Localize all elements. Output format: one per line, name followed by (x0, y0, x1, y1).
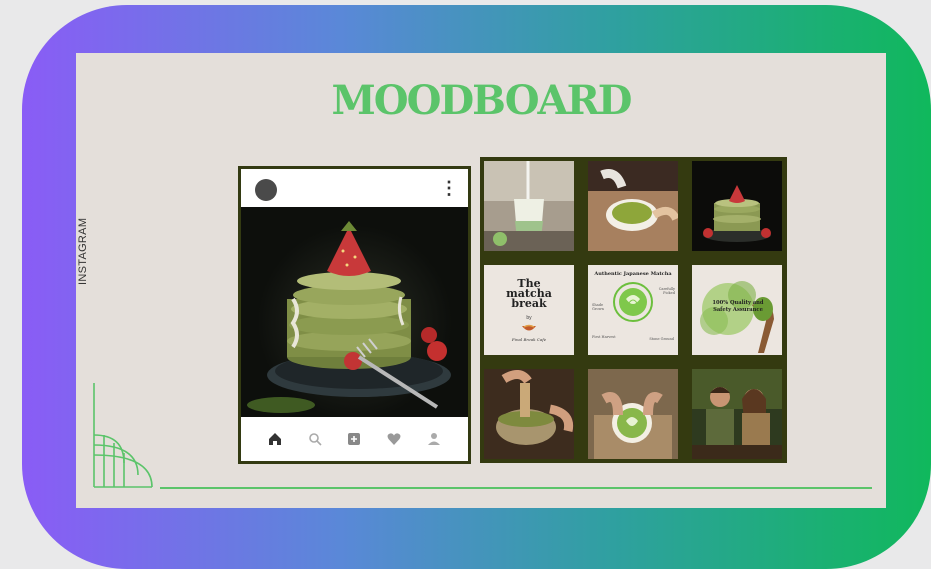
search-icon[interactable] (306, 430, 324, 448)
profile-icon[interactable] (425, 430, 443, 448)
grid-photo-matcha-cup[interactable] (588, 161, 678, 251)
matcha-break-by: by (526, 315, 532, 321)
first-harvest-note: First Harvest (592, 335, 616, 339)
grid-card-matcha-break[interactable]: The matcha break by Final Break Cafe (484, 265, 574, 355)
cup-logo-icon (522, 324, 536, 331)
heart-icon[interactable] (385, 430, 403, 448)
matcha-break-signature: Final Break Cafe (511, 337, 547, 342)
grid-card-authentic-matcha[interactable]: Authentic Japanese Matcha Shade Grown Ca… (588, 265, 678, 355)
bottom-nav (241, 417, 468, 461)
more-options-icon[interactable]: ⋮ (440, 179, 458, 197)
matcha-break-line3: break (511, 297, 547, 310)
quality-text: 100% Quality and Safety Assurance (712, 300, 764, 313)
moodboard-slide: MOODBOARD INSTAGRAM ⋮ The matcha break b… (76, 53, 886, 508)
avatar[interactable] (255, 179, 277, 201)
grid-card-quality[interactable]: 100% Quality and Safety Assurance (692, 265, 782, 355)
carefully-picked-note: Carefully Picked (658, 287, 675, 295)
home-icon[interactable] (266, 430, 284, 448)
matcha-bowl-icon (613, 282, 653, 322)
side-label: INSTAGRAM (77, 217, 89, 285)
post-image[interactable] (241, 207, 468, 417)
shade-grown-note: Shade Grown (592, 303, 604, 311)
grid-photo-iced-matcha[interactable] (484, 161, 574, 251)
grid-photo-whisking[interactable] (484, 369, 574, 459)
grid-photo-pancake-stack[interactable] (692, 161, 782, 251)
decorative-lines-icon (93, 383, 153, 488)
stone-ground-note: Stone Ground (649, 337, 674, 341)
grid-photo-couple-cafe[interactable] (692, 369, 782, 459)
grid-photo-latte-art[interactable] (588, 369, 678, 459)
divider-line (160, 487, 872, 489)
authentic-heading: Authentic Japanese Matcha (594, 271, 672, 277)
instagram-post-mock: ⋮ (238, 166, 471, 464)
moodboard-grid: The matcha break by Final Break Cafe Aut… (480, 157, 787, 463)
add-post-icon[interactable] (345, 430, 363, 448)
page-title: MOODBOARD (331, 77, 632, 124)
post-header: ⋮ (241, 169, 468, 207)
